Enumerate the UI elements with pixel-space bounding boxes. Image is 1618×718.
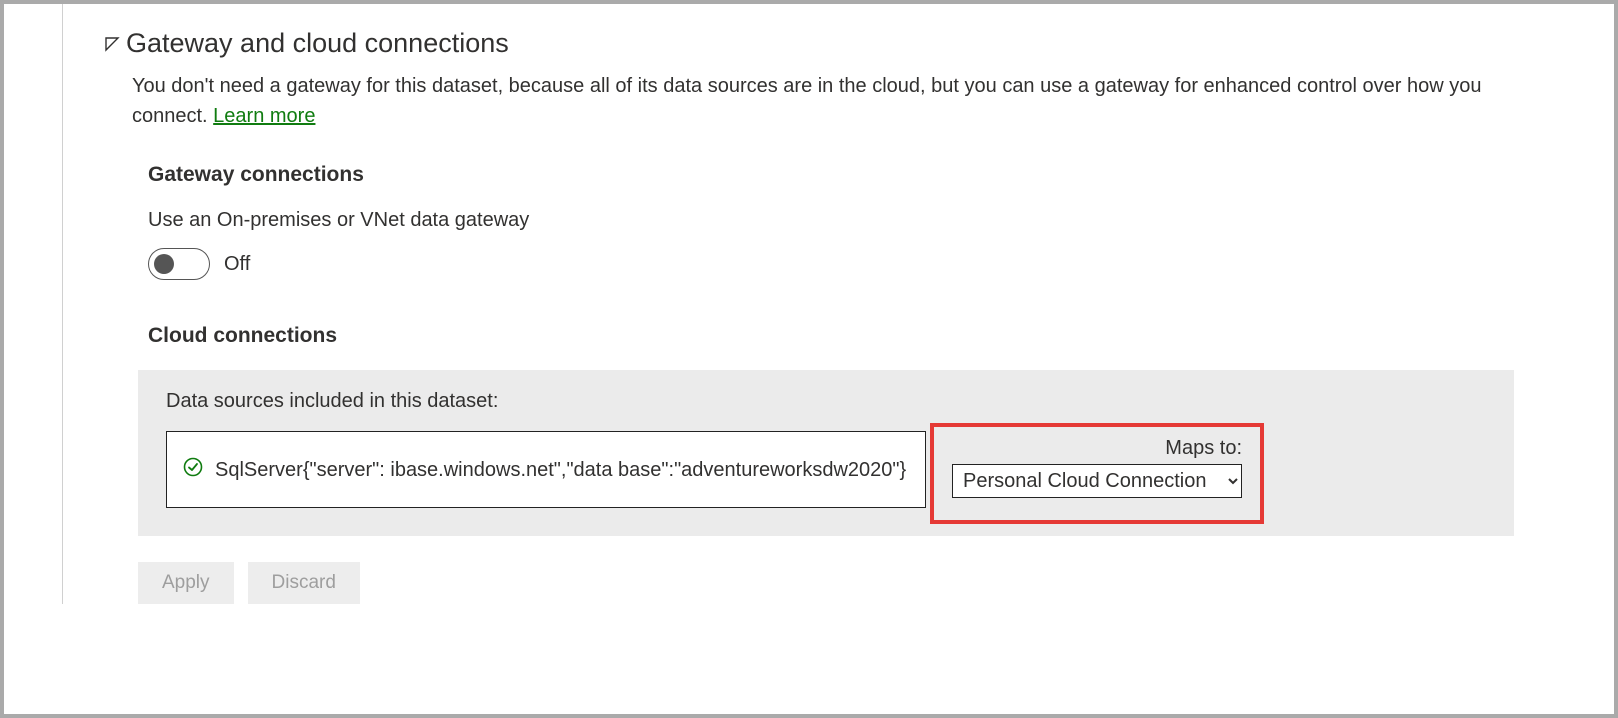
action-buttons: Apply Discard [138,562,1514,604]
apply-button[interactable]: Apply [138,562,234,604]
gateway-toggle-label: Use an On-premises or VNet data gateway [148,209,1514,232]
gateway-toggle-state: Off [224,253,250,276]
learn-more-link[interactable]: Learn more [213,105,315,127]
section-title: Gateway and cloud connections [126,28,509,59]
maps-to-column: Maps to: Personal Cloud Connection [940,431,1254,508]
check-circle-icon [183,457,203,483]
gateway-connections-heading: Gateway connections [148,163,1514,187]
left-divider [62,4,63,604]
cloud-connections-heading: Cloud connections [148,324,1514,348]
discard-button[interactable]: Discard [248,562,360,604]
description-text: You don't need a gateway for this datase… [132,75,1482,127]
datasource-text: SqlServer{"server": ibase.windows.net","… [215,456,906,484]
maps-to-label: Maps to: [1165,437,1242,460]
collapse-triangle-icon[interactable] [104,36,120,52]
section-header[interactable]: Gateway and cloud connections [104,28,1514,59]
datasource-box: SqlServer{"server": ibase.windows.net","… [166,431,926,508]
datasource-row: SqlServer{"server": ibase.windows.net","… [166,431,1486,508]
cloud-connections-panel: Data sources included in this dataset: S… [138,370,1514,536]
section-description: You don't need a gateway for this datase… [132,71,1514,131]
toggle-knob [154,254,174,274]
maps-to-select[interactable]: Personal Cloud Connection [952,464,1242,498]
gateway-toggle[interactable] [148,248,210,280]
datasources-title: Data sources included in this dataset: [166,390,1486,413]
